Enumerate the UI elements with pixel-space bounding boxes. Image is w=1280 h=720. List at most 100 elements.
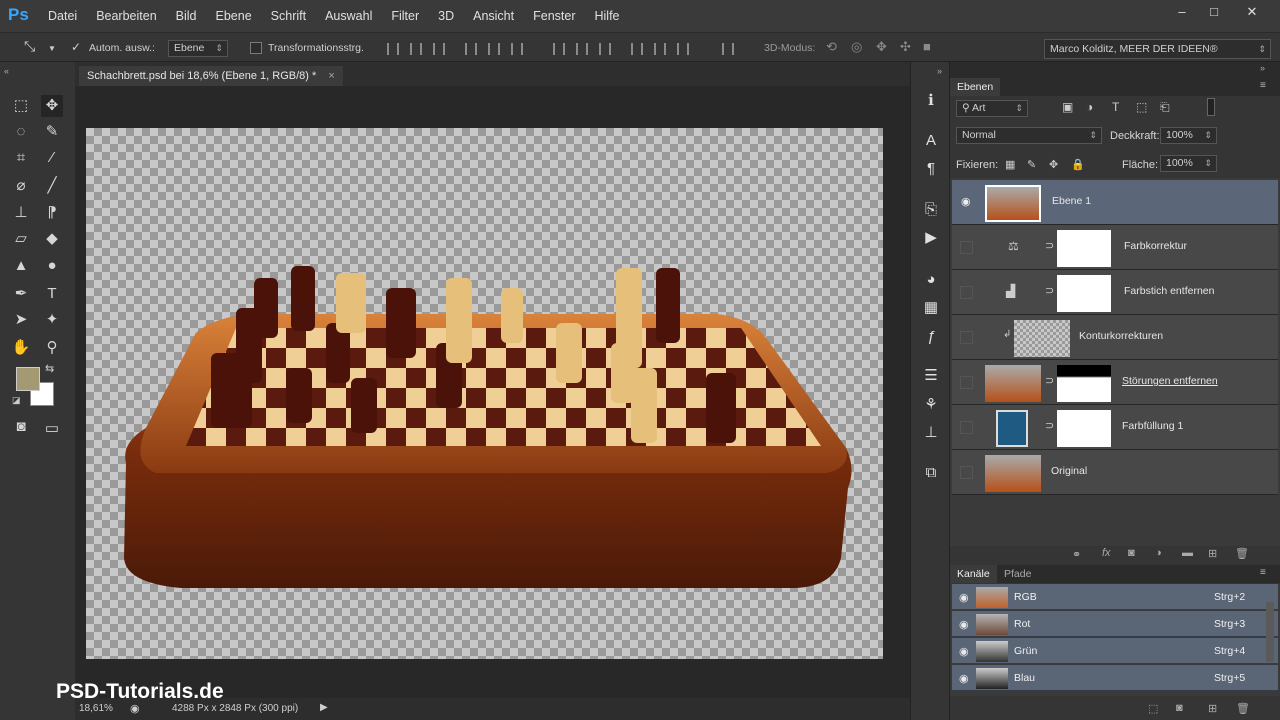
link-icon[interactable]: ⊃ [1045, 419, 1054, 432]
layer-name[interactable]: Farbfüllung 1 [1122, 420, 1183, 432]
tab-paths[interactable]: Pfade [997, 565, 1038, 583]
layer-name[interactable]: Original [1051, 465, 1087, 477]
transform-controls-checkbox[interactable] [250, 42, 262, 54]
path-selection-tool-icon[interactable]: ➤ [10, 309, 32, 331]
pen-tool-icon[interactable]: ✒ [10, 283, 32, 305]
dodge-tool-icon[interactable]: ● [41, 255, 63, 277]
paint-bucket-tool-icon[interactable]: ◆ [41, 228, 63, 250]
new-adjustment-icon[interactable]: ◑ [1155, 547, 1162, 559]
align-bottom-icon[interactable] [433, 43, 445, 55]
distribute-right-icon[interactable] [677, 43, 689, 55]
menu-ansicht[interactable]: Ansicht [473, 9, 514, 23]
layer-name[interactable]: Konturkorrekturen [1079, 330, 1163, 342]
layer-name[interactable]: Ebene 1 [1052, 195, 1091, 207]
status-menu-arrow-icon[interactable]: ▶ [320, 702, 328, 713]
clone-source-panel-icon[interactable]: ⊥ [920, 422, 942, 444]
channel-row[interactable]: ◉ Grün Strg+4 [952, 638, 1278, 664]
layer-name[interactable]: Farbstich entfernen [1124, 285, 1214, 297]
layer-mask-thumbnail[interactable] [1057, 230, 1111, 267]
menu-filter[interactable]: Filter [391, 9, 419, 23]
3d-scale-icon[interactable]: ■ [923, 38, 931, 55]
lock-position-icon[interactable]: ✥ [1049, 158, 1058, 171]
swap-colors-icon[interactable]: ⇆ [45, 362, 54, 375]
move-tool-icon[interactable]: ✥ [41, 95, 63, 117]
character-panel-icon[interactable]: A [920, 130, 942, 152]
align-right-icon[interactable] [511, 43, 523, 55]
filter-smartobject-icon[interactable]: ⎗ [1160, 100, 1170, 115]
lock-image-icon[interactable]: ✎ [1027, 158, 1036, 171]
color-panel-icon[interactable]: ◕ [920, 269, 942, 291]
tool-preset-dropdown-icon[interactable]: ▼ [48, 40, 56, 57]
layer-row[interactable]: ▟ ⊃ Farbstich entfernen [952, 270, 1278, 315]
eye-icon[interactable]: ◉ [959, 672, 969, 685]
eye-icon[interactable]: ◉ [959, 591, 969, 604]
auto-align-icon[interactable] [722, 43, 734, 55]
align-hcenter-icon[interactable] [488, 43, 500, 55]
maximize-button[interactable]: □ [1199, 4, 1229, 20]
visibility-toggle[interactable] [960, 466, 973, 479]
layer-row[interactable]: ⊃ Störungen entfernen [952, 360, 1278, 405]
layer-name[interactable]: Störungen entfernen [1122, 375, 1218, 387]
history-brush-tool-icon[interactable]: ⁋ [41, 202, 63, 224]
layer-row[interactable]: ◉ Ebene 1 [952, 180, 1278, 225]
distribute-bottom-icon[interactable] [599, 43, 611, 55]
align-left-icon[interactable] [465, 43, 477, 55]
shape-tool-icon[interactable]: ✦ [41, 309, 63, 331]
menu-ebene[interactable]: Ebene [216, 9, 252, 23]
screen-mode-icon[interactable]: ▭ [41, 418, 63, 440]
document-tab[interactable]: Schachbrett.psd bei 18,6% (Ebene 1, RGB/… [79, 66, 343, 86]
layer-mask-thumbnail[interactable] [1057, 365, 1111, 402]
link-layers-icon[interactable]: ⚭ [1072, 548, 1081, 561]
lock-transparency-icon[interactable]: ▦ [1005, 158, 1015, 171]
opacity-field[interactable]: 100% [1160, 127, 1217, 144]
brush-panel-icon[interactable]: ⚘ [920, 394, 942, 416]
channels-scrollbar[interactable] [1266, 602, 1274, 662]
type-tool-icon[interactable]: T [41, 283, 63, 305]
styles-panel-icon[interactable]: ƒ [920, 326, 942, 348]
hand-tool-icon[interactable]: ✋ [10, 337, 32, 359]
distribute-left-icon[interactable] [631, 43, 643, 55]
new-layer-icon[interactable]: ⊞ [1208, 547, 1217, 560]
distribute-top-icon[interactable] [553, 43, 565, 55]
eye-icon[interactable]: ◉ [961, 195, 971, 208]
auto-select-dropdown[interactable]: Ebene [168, 40, 228, 57]
3d-slide-icon[interactable]: ✣ [900, 38, 911, 55]
tab-layers[interactable]: Ebenen [950, 78, 1001, 96]
paragraph-panel-icon[interactable]: ¶ [920, 158, 942, 180]
lasso-tool-icon[interactable]: ◌ [10, 121, 32, 143]
filter-shape-icon[interactable]: ⬚ [1136, 100, 1147, 114]
save-selection-icon[interactable]: ◙ [1176, 702, 1183, 714]
menu-datei[interactable]: Datei [48, 9, 77, 23]
3d-rotate-icon[interactable]: ⟲ [826, 38, 837, 55]
foreground-color-swatch[interactable] [16, 367, 40, 391]
align-top-icon[interactable] [387, 43, 399, 55]
clone-stamp-tool-icon[interactable]: ⊥ [10, 202, 32, 224]
fill-field[interactable]: 100% [1160, 155, 1217, 172]
3d-panel-icon[interactable]: ⧉ [920, 462, 942, 484]
swatches-panel-icon[interactable]: ▦ [920, 297, 942, 319]
visibility-toggle[interactable] [960, 331, 973, 344]
link-icon[interactable]: ⊃ [1045, 284, 1054, 297]
filter-pixel-icon[interactable]: ▣ [1062, 100, 1073, 114]
filter-adjustment-icon[interactable]: ◑ [1086, 100, 1093, 114]
new-channel-icon[interactable]: ⊞ [1208, 702, 1217, 715]
actions-panel-icon[interactable]: ▶ [920, 227, 942, 249]
quick-select-tool-icon[interactable]: ✎ [41, 121, 63, 143]
channels-panel-menu-icon[interactable]: ≡ [1260, 567, 1266, 578]
layers-panel-menu-icon[interactable]: ≡ [1260, 80, 1266, 91]
align-vcenter-icon[interactable] [410, 43, 422, 55]
load-selection-icon[interactable]: ⬚ [1148, 702, 1158, 715]
channel-row[interactable]: ◉ Rot Strg+3 [952, 611, 1278, 637]
collapse-strip-icon[interactable]: » [937, 66, 942, 76]
zoom-tool-icon[interactable]: ⚲ [41, 337, 63, 359]
adjustments-panel-icon[interactable]: ☰ [920, 365, 942, 387]
quick-mask-icon[interactable]: ◙ [10, 416, 32, 438]
link-icon[interactable]: ⊃ [1045, 239, 1054, 252]
workspace-dropdown[interactable]: Marco Kolditz, MEER DER IDEEN® [1044, 39, 1271, 59]
menu-3d[interactable]: 3D [438, 9, 454, 23]
visibility-toggle[interactable] [960, 376, 973, 389]
distribute-vcenter-icon[interactable] [576, 43, 588, 55]
channel-row[interactable]: ◉ Blau Strg+5 [952, 665, 1278, 691]
tab-channels[interactable]: Kanäle [950, 565, 997, 583]
crop-tool-icon[interactable]: ⌗ [10, 147, 32, 169]
